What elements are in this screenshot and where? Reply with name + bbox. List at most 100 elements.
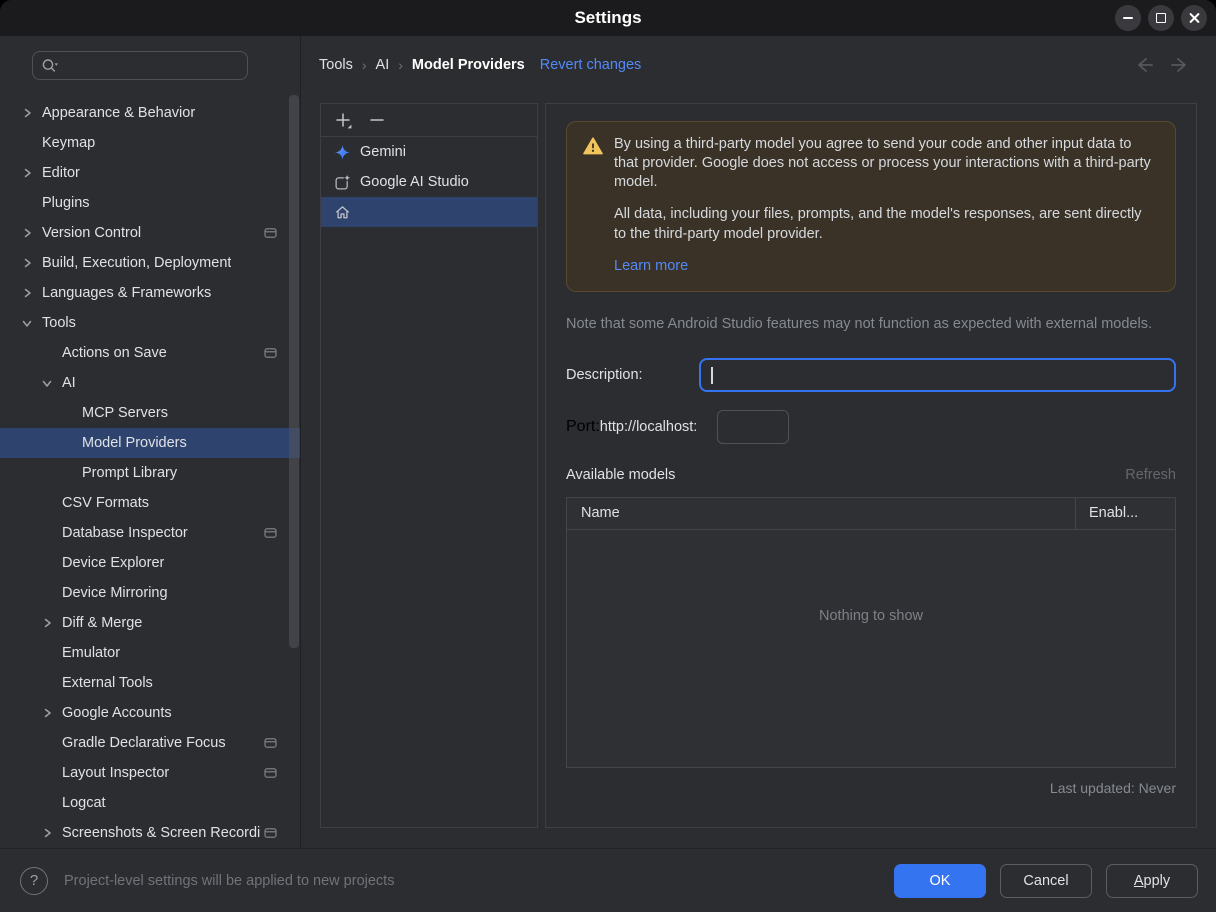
localhost-prefix: http://localhost: xyxy=(599,418,698,435)
third-party-warning-banner: By using a third-party model you agree t… xyxy=(566,121,1176,292)
sidebar-item-editor[interactable]: Editor xyxy=(0,158,300,188)
sidebar-item-label: Database Inspector xyxy=(62,525,188,541)
help-button[interactable]: ? xyxy=(20,866,48,895)
sidebar-item-prompt-library[interactable]: Prompt Library xyxy=(0,458,300,488)
home-icon xyxy=(334,204,351,221)
nothing-to-show-text: Nothing to show xyxy=(819,607,923,624)
chevron-down-icon[interactable] xyxy=(20,316,34,330)
chevron-right-icon[interactable] xyxy=(20,106,34,120)
sidebar-item-csv-formats[interactable]: CSV Formats xyxy=(0,488,300,518)
warning-paragraph-1: By using a third-party model you agree t… xyxy=(614,136,1151,191)
models-table: Name Enabl... Nothing to show xyxy=(566,496,1176,768)
ide-settings-badge-icon xyxy=(264,827,277,839)
sidebar-item-version-control[interactable]: Version Control xyxy=(0,218,300,248)
search-input[interactable] xyxy=(64,56,218,75)
sidebar-item-label: AI xyxy=(62,375,76,391)
remove-provider-button[interactable] xyxy=(368,111,386,129)
provider-item-gemini[interactable]: Gemini xyxy=(321,137,537,167)
sidebar-item-ai[interactable]: AI xyxy=(0,368,300,398)
add-provider-button[interactable] xyxy=(334,111,352,129)
sidebar-item-device-mirroring[interactable]: Device Mirroring xyxy=(0,578,300,608)
ide-settings-badge-icon xyxy=(264,737,277,749)
chevron-right-icon[interactable] xyxy=(20,286,34,300)
sidebar-item-label: External Tools xyxy=(62,675,153,691)
chevron-right-icon[interactable] xyxy=(40,826,54,840)
sidebar-item-logcat[interactable]: Logcat xyxy=(0,788,300,818)
revert-changes-link[interactable]: Revert changes xyxy=(540,57,642,73)
port-label: Port: xyxy=(566,417,600,435)
sidebar-item-layout-inspector[interactable]: Layout Inspector xyxy=(0,758,300,788)
forward-arrow-icon[interactable] xyxy=(1170,57,1190,73)
sidebar-item-diff-merge[interactable]: Diff & Merge xyxy=(0,608,300,638)
last-updated-text: Last updated: Never xyxy=(1049,779,1176,796)
close-button[interactable] xyxy=(1181,5,1207,31)
gemini-sparkle-icon xyxy=(334,144,351,161)
provider-item-google-ai-studio[interactable]: Google AI Studio xyxy=(321,167,537,197)
sidebar-item-keymap[interactable]: Keymap xyxy=(0,128,300,158)
settings-search-box[interactable] xyxy=(32,51,248,80)
settings-sidebar: Appearance & Behavior Keymap Editor Plugins… xyxy=(0,36,301,848)
back-arrow-icon[interactable] xyxy=(1134,57,1154,73)
breadcrumb-tools[interactable]: Tools xyxy=(319,57,353,73)
warning-paragraph-2: All data, including your files, prompts,… xyxy=(614,206,1142,242)
dialog-footer: ? Project-level settings will be applied… xyxy=(0,848,1216,912)
close-icon xyxy=(1189,13,1200,24)
chevron-right-icon[interactable] xyxy=(20,226,34,240)
maximize-button[interactable] xyxy=(1148,5,1174,31)
port-field[interactable] xyxy=(717,409,790,444)
breadcrumb-ai[interactable]: AI xyxy=(376,57,390,73)
ide-settings-badge-icon xyxy=(264,527,277,539)
chevron-right-icon[interactable] xyxy=(20,256,34,270)
external-models-note: Note that some Android Studio features m… xyxy=(566,315,1152,332)
sidebar-item-build-execution-deployment[interactable]: Build, Execution, Deployment xyxy=(0,248,300,278)
sidebar-item-screenshots-screen-recordi[interactable]: Screenshots & Screen Recordi xyxy=(0,818,300,848)
sidebar-item-label: Keymap xyxy=(42,135,96,151)
sidebar-item-label: Screenshots & Screen Recordi xyxy=(62,825,261,841)
question-mark-icon: ? xyxy=(29,872,39,889)
sidebar-item-tools[interactable]: Tools xyxy=(0,308,300,338)
description-field[interactable] xyxy=(699,357,1176,392)
chevron-right-icon[interactable] xyxy=(20,166,34,180)
refresh-button[interactable]: Refresh xyxy=(1125,467,1176,483)
column-header-name[interactable]: Name xyxy=(567,505,1075,521)
sidebar-item-label: Gradle Declarative Focus xyxy=(62,735,226,751)
sidebar-item-emulator[interactable]: Emulator xyxy=(0,638,300,668)
cancel-button[interactable]: Cancel xyxy=(1000,863,1092,898)
sidebar-item-appearance-behavior[interactable]: Appearance & Behavior xyxy=(0,98,300,128)
window-controls xyxy=(1115,5,1207,31)
ai-studio-icon xyxy=(334,173,351,191)
column-header-enabled[interactable]: Enabl... xyxy=(1075,497,1175,529)
plus-icon xyxy=(335,112,351,128)
sidebar-item-plugins[interactable]: Plugins xyxy=(0,188,300,218)
sidebar-item-google-accounts[interactable]: Google Accounts xyxy=(0,698,300,728)
minimize-button[interactable] xyxy=(1115,5,1141,31)
sidebar-item-languages-frameworks[interactable]: Languages & Frameworks xyxy=(0,278,300,308)
sidebar-item-device-explorer[interactable]: Device Explorer xyxy=(0,548,300,578)
sidebar-item-label: Emulator xyxy=(62,645,121,661)
ide-settings-badge-icon xyxy=(264,347,277,359)
sidebar-item-label: CSV Formats xyxy=(62,495,150,511)
sidebar-item-label: Version Control xyxy=(42,225,142,241)
provider-toolbar xyxy=(321,104,537,137)
sidebar-item-model-providers[interactable]: Model Providers xyxy=(0,428,300,458)
sidebar-item-mcp-servers[interactable]: MCP Servers xyxy=(0,398,300,428)
chevron-right-icon[interactable] xyxy=(40,706,54,720)
chevron-right-icon[interactable] xyxy=(40,616,54,630)
sidebar-item-label: Languages & Frameworks xyxy=(42,285,212,301)
sidebar-item-gradle-declarative-focus[interactable]: Gradle Declarative Focus xyxy=(0,728,300,758)
sidebar-item-database-inspector[interactable]: Database Inspector xyxy=(0,518,300,548)
sidebar-scrollbar[interactable] xyxy=(289,95,299,648)
ok-button[interactable]: OK xyxy=(894,863,986,898)
available-models-label: Available models xyxy=(566,466,676,483)
sidebar-item-label: Model Providers xyxy=(82,435,187,451)
apply-button[interactable]: Apply xyxy=(1106,863,1198,898)
breadcrumb: Tools › AI › Model Providers Revert chan… xyxy=(301,36,1216,103)
sidebar-item-actions-on-save[interactable]: Actions on Save xyxy=(0,338,300,368)
models-table-empty: Nothing to show xyxy=(567,530,1175,767)
sidebar-item-external-tools[interactable]: External Tools xyxy=(0,668,300,698)
provider-item-new[interactable] xyxy=(321,197,537,227)
chevron-down-icon[interactable] xyxy=(40,376,54,390)
sidebar-item-label: Build, Execution, Deployment xyxy=(42,255,232,271)
search-icon xyxy=(42,59,58,72)
learn-more-link[interactable]: Learn more xyxy=(614,257,688,276)
